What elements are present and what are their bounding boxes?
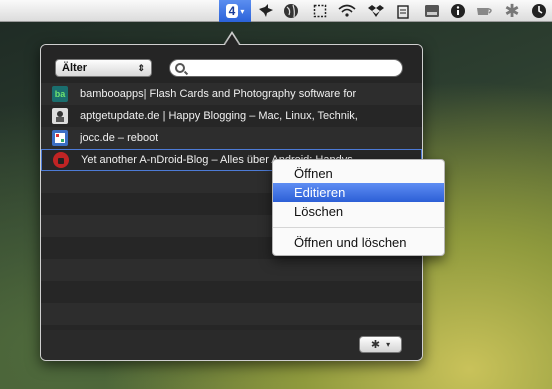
unread-count-badge: 4 — [225, 4, 239, 18]
clock-icon[interactable] — [528, 0, 550, 22]
menu-separator — [273, 227, 444, 228]
empty-row — [41, 303, 422, 325]
popover-arrow-inner — [225, 34, 239, 45]
crop-icon[interactable] — [310, 0, 330, 22]
cup-icon[interactable] — [474, 0, 496, 22]
globe-icon[interactable] — [281, 0, 301, 22]
menu-item-edit[interactable]: Editieren — [273, 183, 444, 202]
dropbox-icon[interactable] — [366, 0, 386, 22]
aptgetupdate-favicon-icon — [52, 108, 68, 124]
popover-toolbar: Älter ⇕ — [41, 45, 422, 83]
search-icon — [175, 63, 185, 73]
menu-bar: 4 ▾ ✱ — [0, 0, 552, 22]
search-input[interactable] — [188, 61, 397, 76]
sort-order-select[interactable]: Älter ⇕ — [55, 59, 152, 77]
search-field[interactable] — [169, 59, 403, 77]
list-item[interactable]: aptgetupdate.de | Happy Blogging – Mac, … — [41, 105, 422, 127]
empty-row — [41, 281, 422, 303]
chevron-down-icon: ▾ — [240, 6, 245, 16]
empty-row — [41, 259, 422, 281]
bambooapps-favicon-icon: ba — [52, 86, 68, 102]
drive-icon[interactable] — [422, 0, 442, 22]
chevron-down-icon: ▾ — [386, 340, 391, 349]
item-title: bambooapps| Flash Cards and Photography … — [80, 88, 357, 100]
wifi-icon[interactable] — [336, 0, 358, 22]
context-menu: Öffnen Editieren Löschen Öffnen und lösc… — [272, 159, 445, 256]
clipboard-icon[interactable] — [394, 0, 412, 22]
android-favicon-icon — [53, 152, 69, 168]
select-arrows-icon: ⇕ — [137, 63, 145, 73]
bird-icon[interactable] — [256, 0, 276, 22]
asterisk-icon[interactable]: ✱ — [502, 0, 522, 22]
list-item[interactable]: ba bambooapps| Flash Cards and Photograp… — [41, 83, 422, 105]
gear-icon: ✱ — [370, 339, 381, 351]
menu-item-open-and-delete[interactable]: Öffnen und löschen — [273, 233, 444, 252]
jocc-favicon-icon — [52, 130, 68, 146]
info-icon[interactable] — [448, 0, 468, 22]
menu-item-delete[interactable]: Löschen — [273, 202, 444, 221]
list-item[interactable]: jocc.de – reboot — [41, 127, 422, 149]
action-gear-button[interactable]: ✱ ▾ — [359, 336, 402, 353]
item-title: jocc.de – reboot — [80, 132, 159, 144]
read-later-menu-extra[interactable]: 4 ▾ — [219, 0, 251, 22]
item-title: aptgetupdate.de | Happy Blogging – Mac, … — [80, 110, 358, 122]
menu-item-open[interactable]: Öffnen — [273, 164, 444, 183]
sort-order-value: Älter — [62, 62, 88, 74]
popover-footer: ✱ ▾ — [41, 330, 422, 360]
